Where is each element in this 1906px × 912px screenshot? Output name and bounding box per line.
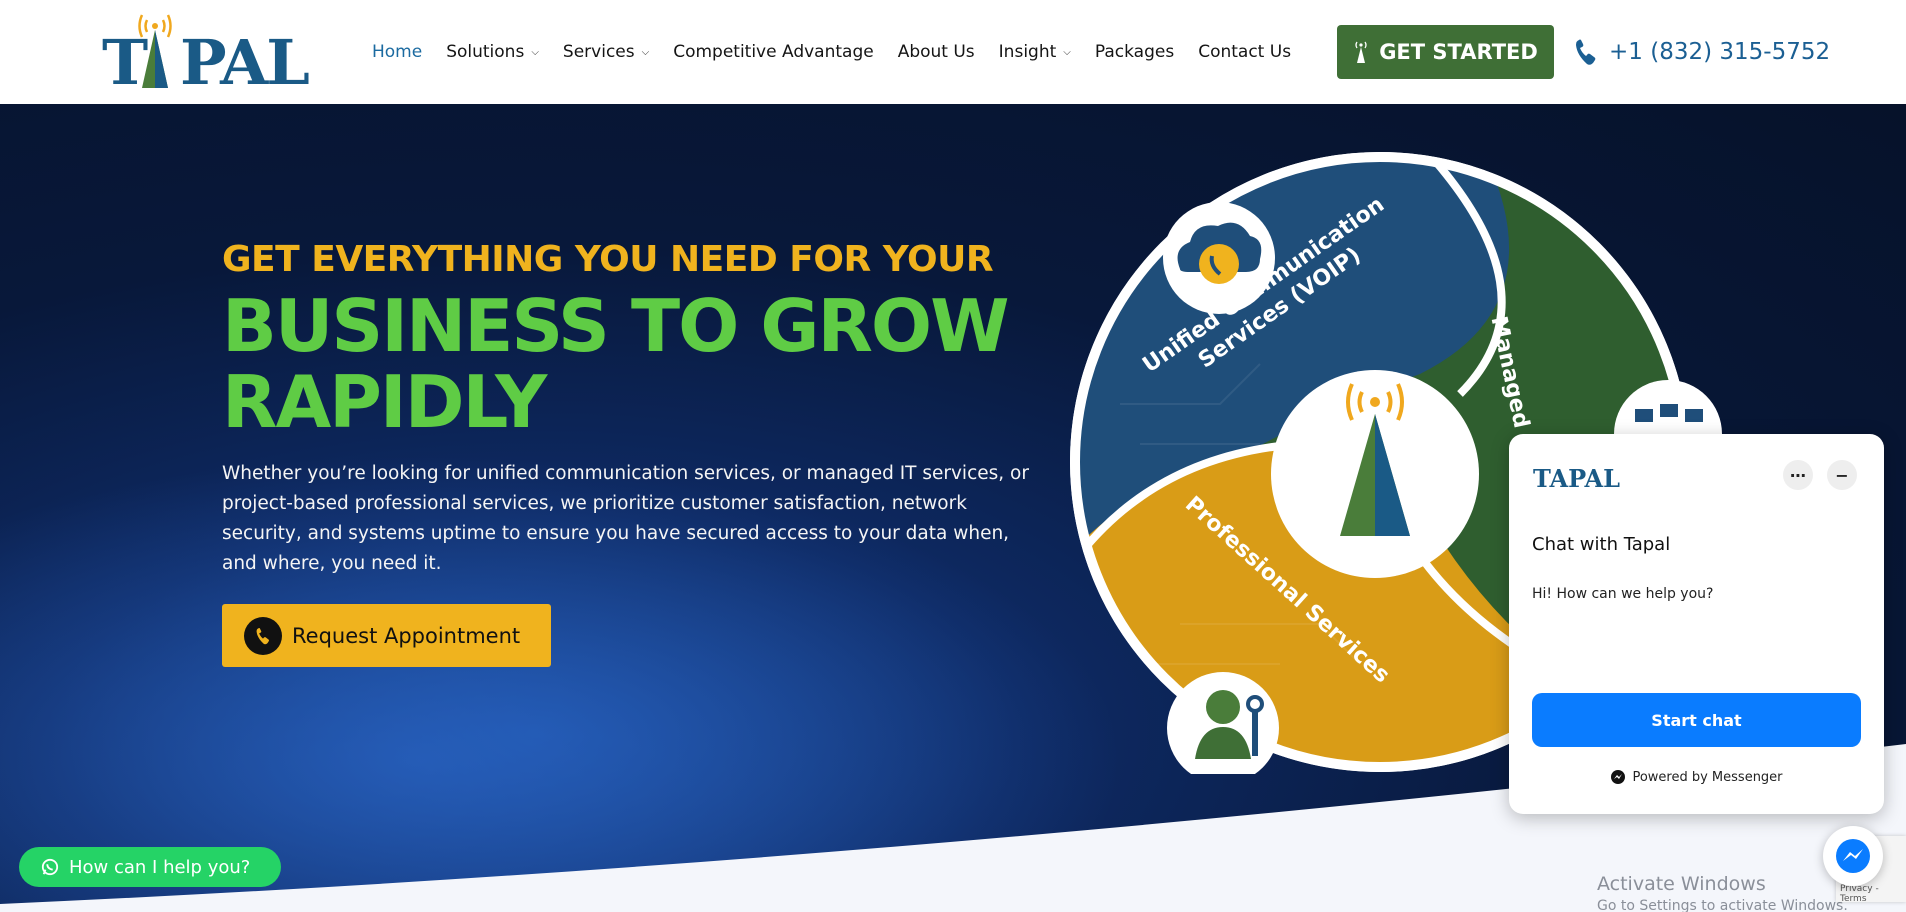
nav-solutions[interactable]: Solutions ⌵ (446, 42, 539, 62)
nav-label: About Us (897, 42, 975, 62)
messenger-icon (1611, 770, 1626, 784)
phone-number: +1 (832) 315-5752 (1609, 39, 1831, 65)
nav-label: Competitive Advantage (673, 42, 874, 62)
recaptcha-text: Privacy - Terms (1840, 884, 1879, 904)
whatsapp-icon (41, 858, 59, 876)
activate-windows-title: Activate Windows (1597, 873, 1766, 895)
request-appointment-label: Request Appointment (292, 623, 521, 648)
hero-body: Whether you’re looking for unified commu… (222, 463, 1029, 574)
chevron-down-icon: ⌵ (641, 46, 650, 58)
nav-contact-us[interactable]: Contact Us (1198, 42, 1291, 62)
tower-icon (1355, 41, 1367, 63)
minimize-button[interactable]: − (1827, 460, 1857, 490)
nav-label: Solutions (446, 42, 525, 62)
start-chat-button[interactable]: Start chat (1532, 693, 1861, 747)
whatsapp-help-button[interactable]: How can I help you? (19, 847, 281, 887)
powered-by: Powered by Messenger (1509, 769, 1884, 785)
chevron-down-icon: ⌵ (531, 46, 539, 58)
nav-packages[interactable]: Packages (1095, 42, 1174, 62)
get-started-button[interactable]: GET STARTED (1337, 25, 1554, 79)
hero-heading-line1: BUSINESS TO GROW (222, 284, 1010, 368)
nav-insight[interactable]: Insight ⌵ (999, 42, 1071, 62)
nav-label: Contact Us (1198, 42, 1292, 62)
whatsapp-help-label: How can I help you? (69, 856, 251, 878)
nav-label: Home (372, 42, 423, 62)
chat-widget: TAPAL ⋯ − Chat with Tapal Hi! How can we… (1509, 434, 1884, 814)
hero-heading: BUSINESS TO GROW RAPIDLY (222, 288, 1022, 440)
hero-subheading: GET EVERYTHING YOU NEED FOR YOUR (222, 239, 994, 280)
hero-heading-line2: RAPIDLY (222, 360, 547, 444)
request-appointment-button[interactable]: Request Appointment (222, 604, 551, 667)
nav-home[interactable]: Home (372, 42, 422, 62)
messenger-launcher-button[interactable] (1823, 826, 1883, 886)
chevron-down-icon: ⌵ (1063, 46, 1071, 58)
nav-competitive-advantage[interactable]: Competitive Advantage (673, 42, 874, 62)
nav-label: Packages (1094, 42, 1175, 62)
more-options-button[interactable]: ⋯ (1783, 460, 1813, 490)
site-header: T PAL Home Solutions ⌵ Services ⌵ Competit… (0, 0, 1906, 104)
chat-logo: TAPAL (1533, 464, 1620, 493)
nav-label: Services (562, 42, 635, 62)
main-nav: Home Solutions ⌵ Services ⌵ Competitive Ad… (372, 0, 1315, 104)
chat-title: Chat with Tapal (1532, 534, 1671, 555)
phone-link[interactable]: +1 (832) 315-5752 (1575, 30, 1830, 74)
messenger-icon (1836, 839, 1870, 873)
svg-text:PAL: PAL (180, 26, 309, 94)
tapal-logo[interactable]: T PAL (100, 10, 322, 99)
activate-windows-sub: Go to Settings to activate Windows. (1597, 898, 1847, 912)
nav-label: Insight (998, 42, 1057, 62)
nav-about-us[interactable]: About Us (898, 42, 975, 62)
phone-icon (244, 616, 282, 655)
chat-message: Hi! How can we help you? (1532, 586, 1714, 602)
phone-icon (1576, 39, 1596, 65)
powered-by-label: Powered by Messenger (1632, 769, 1783, 785)
logo-graphic: T PAL (102, 14, 311, 99)
get-started-label: GET STARTED (1379, 40, 1538, 64)
nav-services[interactable]: Services ⌵ (563, 42, 649, 62)
